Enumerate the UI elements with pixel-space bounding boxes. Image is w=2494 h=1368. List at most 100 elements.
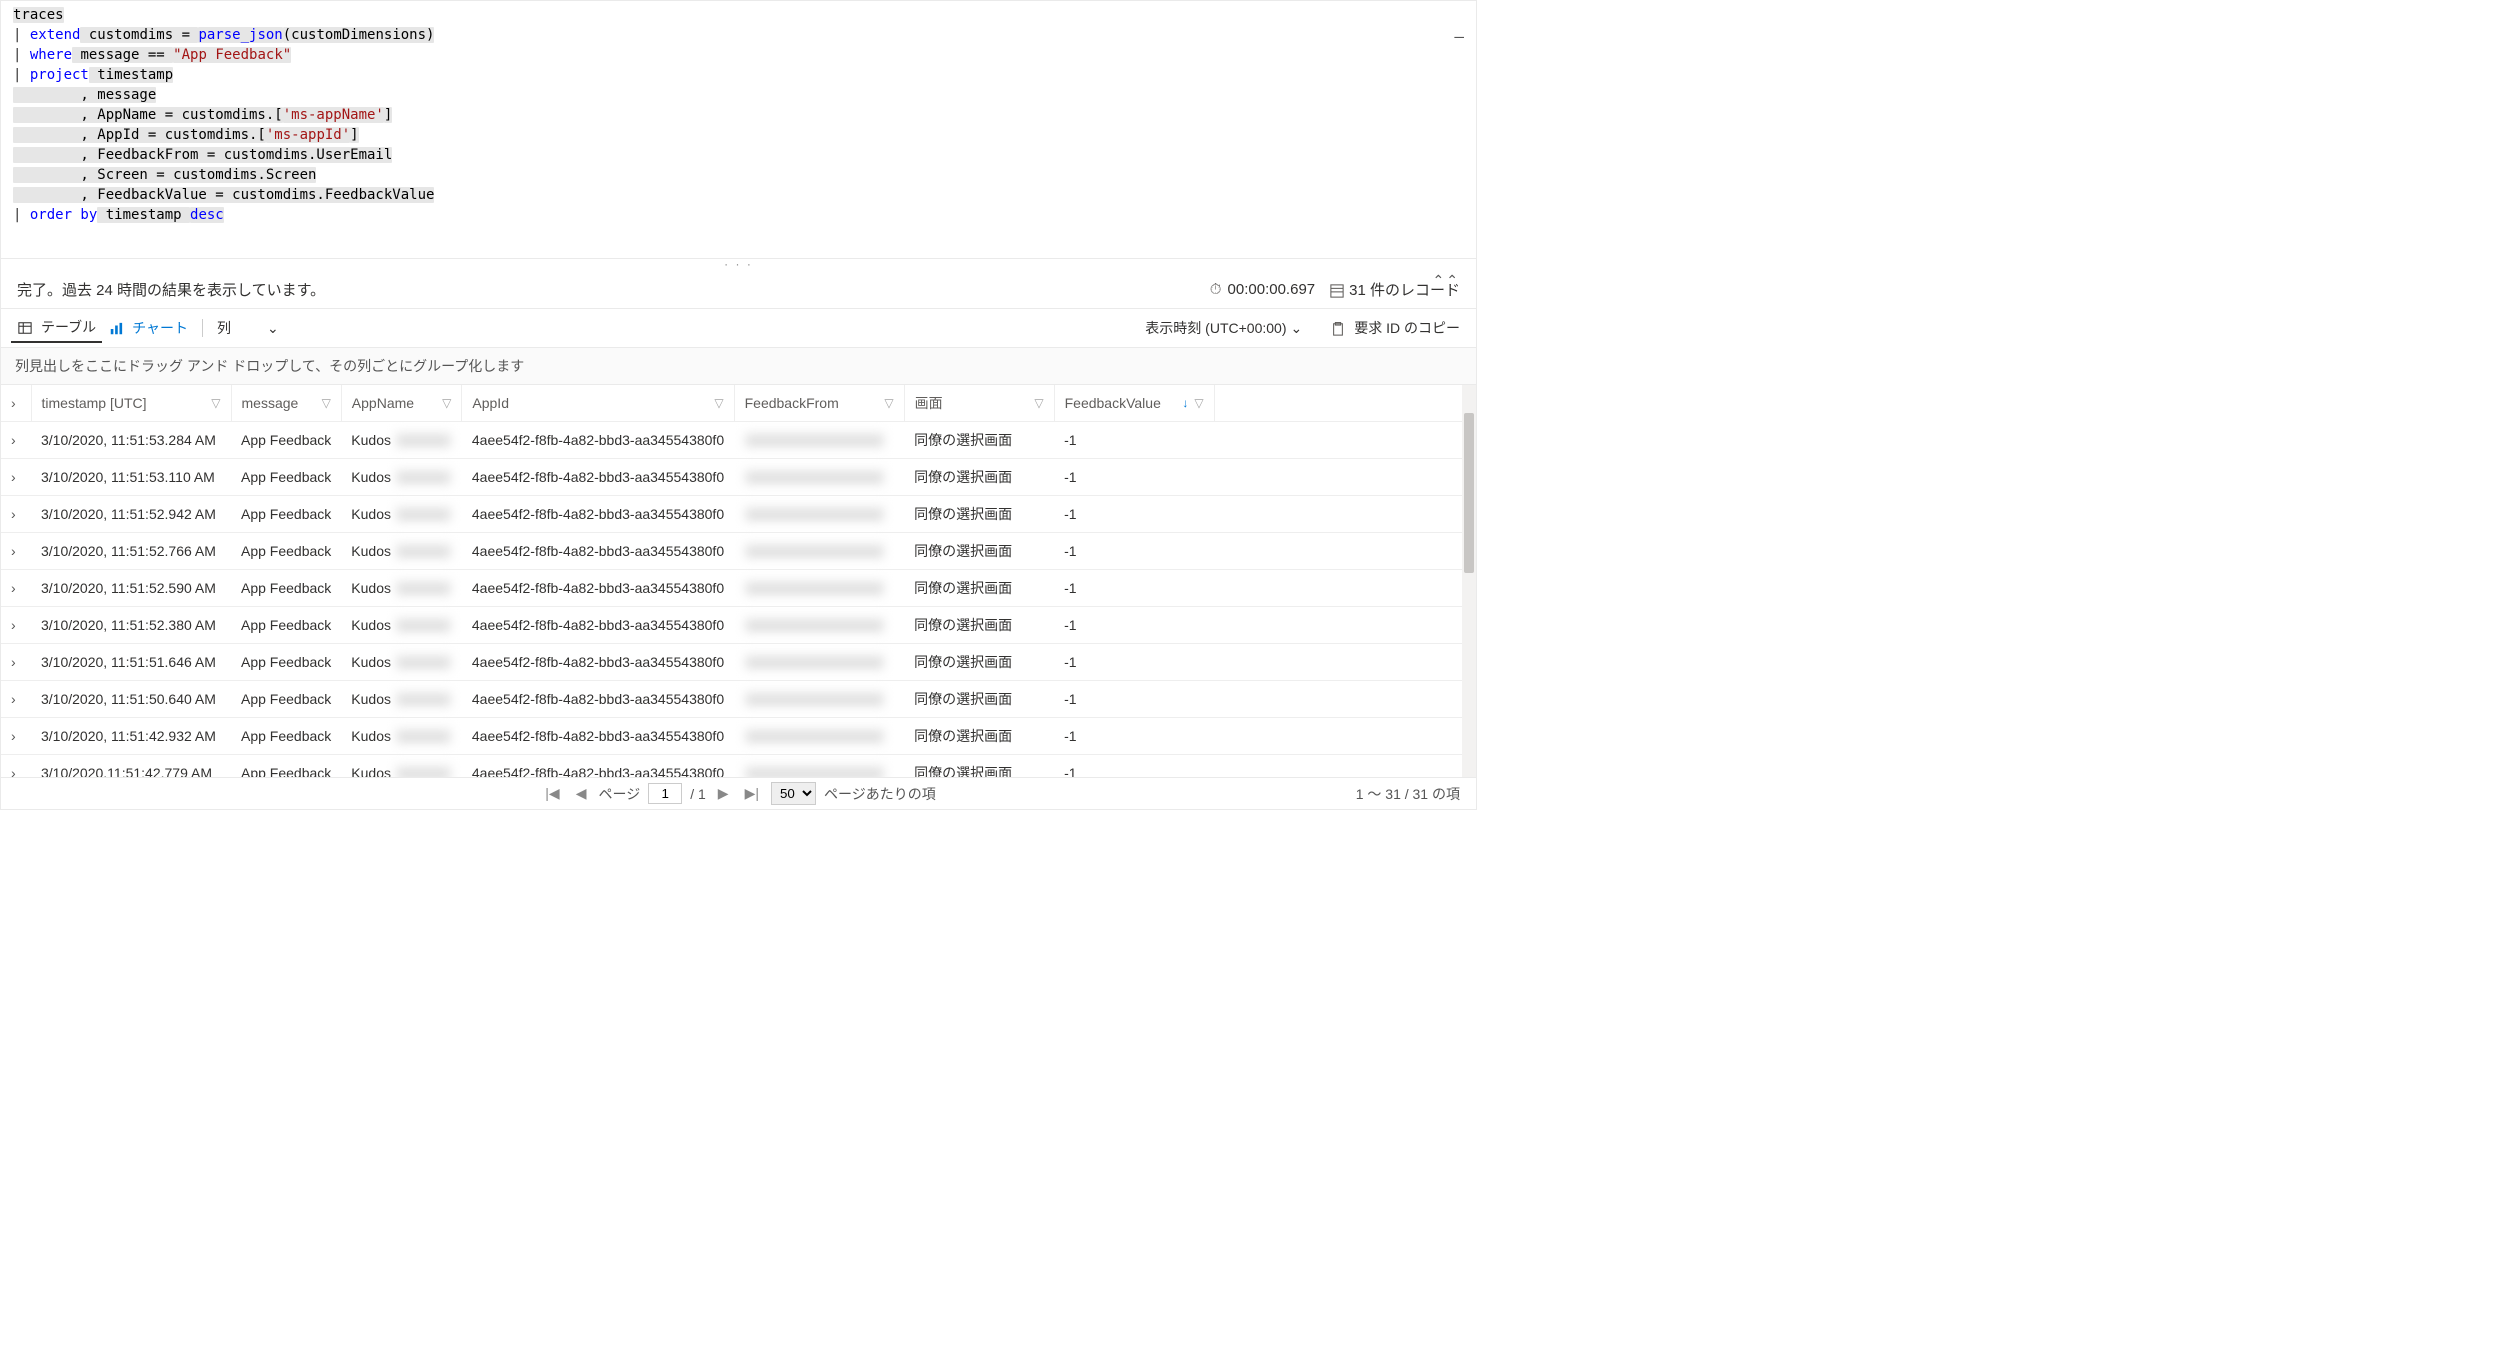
pager-next-button[interactable]: ▶: [714, 785, 733, 802]
column-header-feedbackvalue[interactable]: FeedbackValue↓▽: [1054, 385, 1214, 422]
cell-screen: 同僚の選択画面: [904, 459, 1054, 496]
column-header-timestamp[interactable]: timestamp [UTC]▽: [31, 385, 231, 422]
sort-down-icon[interactable]: ↓: [1182, 396, 1188, 410]
pager-per-page-label: ページあたりの項: [824, 784, 936, 804]
redacted-text: xxxxxxx: [395, 506, 452, 522]
copy-request-id-button[interactable]: 要求 ID のコピー: [1324, 314, 1466, 342]
filter-icon[interactable]: ▽: [1034, 396, 1043, 410]
status-text: 完了。過去 24 時間の結果を表示しています。: [17, 279, 1208, 300]
tab-table[interactable]: テーブル: [11, 313, 102, 343]
tab-chart[interactable]: チャート: [102, 314, 194, 342]
filter-icon[interactable]: ▽: [884, 396, 893, 410]
table-row[interactable]: ›3/10/2020, 11:51:52.766 AMApp FeedbackK…: [1, 533, 1476, 570]
filter-icon[interactable]: ▽: [1194, 396, 1203, 410]
row-expand-toggle[interactable]: ›: [1, 681, 31, 718]
cell-screen: 同僚の選択画面: [904, 570, 1054, 607]
pager-current-page-input[interactable]: [648, 783, 682, 804]
cell-screen: 同僚の選択画面: [904, 496, 1054, 533]
column-header-screen[interactable]: 画面▽: [904, 385, 1054, 422]
row-expand-toggle[interactable]: ›: [1, 644, 31, 681]
table-row[interactable]: ›3/10/2020, 11:51:50.640 AMApp FeedbackK…: [1, 681, 1476, 718]
column-header-message[interactable]: message▽: [231, 385, 341, 422]
redacted-text: xxxxxxxxxxxxxxxxxxx: [744, 543, 885, 559]
cell-appname: Kudos xxxxxxx: [341, 607, 462, 644]
filter-icon[interactable]: ▽: [442, 396, 451, 410]
row-expand-toggle[interactable]: ›: [1, 570, 31, 607]
table-row[interactable]: ›3/10/2020,11:51:42.779 AMApp FeedbackKu…: [1, 755, 1476, 778]
cell-message: App Feedback: [231, 718, 341, 755]
timezone-dropdown[interactable]: 表示時刻 (UTC+00:00) ⌄: [1139, 314, 1308, 342]
cell-appid: 4aee54f2-f8fb-4a82-bbd3-aa34554380f0: [462, 422, 734, 459]
chevron-right-icon: ›: [11, 469, 16, 485]
table-row[interactable]: ›3/10/2020, 11:51:51.646 AMApp FeedbackK…: [1, 644, 1476, 681]
filter-icon[interactable]: ▽: [211, 396, 220, 410]
chevron-right-icon: ›: [11, 580, 16, 596]
split-handle[interactable]: · · · ⌃⌃: [1, 259, 1476, 271]
chevron-double-up-icon[interactable]: ⌃⌃: [1433, 275, 1460, 285]
cell-feedbackvalue: -1: [1054, 459, 1214, 496]
pager-first-button[interactable]: |◀: [541, 785, 563, 802]
row-expand-toggle[interactable]: ›: [1, 755, 31, 778]
redacted-text: xxxxxxxxxxxxxxxxxxx: [744, 506, 885, 522]
cell-appname: Kudos xxxxxxx: [341, 681, 462, 718]
table-row[interactable]: ›3/10/2020, 11:51:52.590 AMApp FeedbackK…: [1, 570, 1476, 607]
query-token: traces: [13, 7, 64, 23]
redacted-text: xxxxxxx: [395, 728, 452, 744]
scrollbar-thumb[interactable]: [1464, 413, 1474, 573]
redacted-text: xxxxxxxxxxxxxxxxxxx: [744, 432, 885, 448]
filter-icon[interactable]: ▽: [714, 396, 723, 410]
cell-screen: 同僚の選択画面: [904, 681, 1054, 718]
column-header-appid[interactable]: AppId▽: [462, 385, 734, 422]
pager-pagesize-select[interactable]: 50: [771, 782, 816, 805]
cell-screen: 同僚の選択画面: [904, 422, 1054, 459]
pager-prev-button[interactable]: ◀: [572, 785, 591, 802]
columns-dropdown[interactable]: 列 ⌄: [211, 314, 285, 342]
row-expand-toggle[interactable]: ›: [1, 533, 31, 570]
table-row[interactable]: ›3/10/2020, 11:51:53.110 AMApp FeedbackK…: [1, 459, 1476, 496]
query-editor[interactable]: traces | extend customdims = parse_json(…: [1, 1, 1476, 259]
table-row[interactable]: ›3/10/2020, 11:51:52.942 AMApp FeedbackK…: [1, 496, 1476, 533]
column-header-feedbackfrom[interactable]: FeedbackFrom▽: [734, 385, 904, 422]
cell-screen: 同僚の選択画面: [904, 533, 1054, 570]
cell-timestamp: 3/10/2020, 11:51:52.766 AM: [31, 533, 231, 570]
cell-message: App Feedback: [231, 422, 341, 459]
collapse-editor-icon[interactable]: —: [1454, 27, 1464, 47]
redacted-text: xxxxxxxxxxxxxxxxxxx: [744, 469, 885, 485]
row-expand-toggle[interactable]: ›: [1, 607, 31, 644]
filter-icon[interactable]: ▽: [322, 396, 331, 410]
query-keyword: where: [30, 47, 72, 63]
cell-appname: Kudos xxxxxxx: [341, 755, 462, 778]
cell-timestamp: 3/10/2020, 11:51:42.932 AM: [31, 718, 231, 755]
table-row[interactable]: ›3/10/2020, 11:51:52.380 AMApp FeedbackK…: [1, 607, 1476, 644]
row-expand-toggle[interactable]: ›: [1, 459, 31, 496]
results-toolbar: テーブル チャート 列 ⌄ 表示時刻 (UTC+00:00) ⌄ 要求 ID の…: [1, 309, 1476, 348]
cell-feedbackvalue: -1: [1054, 570, 1214, 607]
chevron-right-icon: ›: [11, 654, 16, 670]
cell-feedbackvalue: -1: [1054, 533, 1214, 570]
vertical-scrollbar[interactable]: [1462, 385, 1476, 777]
cell-appid: 4aee54f2-f8fb-4a82-bbd3-aa34554380f0: [462, 755, 734, 778]
row-expand-toggle[interactable]: ›: [1, 422, 31, 459]
groupby-dropzone[interactable]: 列見出しをここにドラッグ アンド ドロップして、その列ごとにグループ化します: [1, 348, 1476, 385]
status-bar: 完了。過去 24 時間の結果を表示しています。 ⏱00:00:00.697 31…: [1, 271, 1476, 309]
redacted-text: xxxxxxx: [395, 469, 452, 485]
table-row[interactable]: ›3/10/2020, 11:51:53.284 AMApp FeedbackK…: [1, 422, 1476, 459]
redacted-text: xxxxxxxxxxxxxxxxxxx: [744, 617, 885, 633]
cell-appid: 4aee54f2-f8fb-4a82-bbd3-aa34554380f0: [462, 570, 734, 607]
clipboard-icon: [1330, 320, 1346, 336]
list-icon: [1329, 282, 1345, 299]
results-table: › timestamp [UTC]▽ message▽ AppName▽ App…: [1, 385, 1476, 777]
table-row[interactable]: ›3/10/2020, 11:51:42.932 AMApp FeedbackK…: [1, 718, 1476, 755]
cell-feedbackfrom: xxxxxxxxxxxxxxxxxxx: [734, 570, 904, 607]
pager-last-button[interactable]: ▶|: [741, 785, 763, 802]
cell-feedbackvalue: -1: [1054, 422, 1214, 459]
duration-stat: ⏱00:00:00.697: [1208, 281, 1316, 298]
query-keyword: extend: [30, 27, 81, 43]
row-expand-toggle[interactable]: ›: [1, 496, 31, 533]
column-expand[interactable]: ›: [1, 385, 31, 422]
redacted-text: xxxxxxxxxxxxxxxxxxx: [744, 728, 885, 744]
cell-timestamp: 3/10/2020, 11:51:53.284 AM: [31, 422, 231, 459]
cell-timestamp: 3/10/2020, 11:51:53.110 AM: [31, 459, 231, 496]
column-header-appname[interactable]: AppName▽: [341, 385, 462, 422]
row-expand-toggle[interactable]: ›: [1, 718, 31, 755]
